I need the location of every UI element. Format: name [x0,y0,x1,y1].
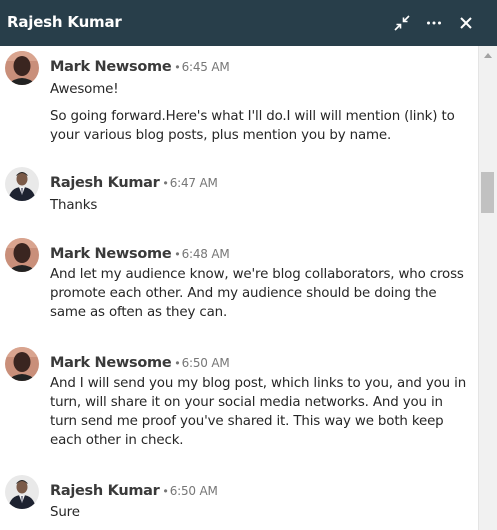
timestamp: 6:50 AM [181,356,230,370]
message-text: And I will send you my blog post, which … [50,376,467,448]
separator-dot: • [175,60,180,74]
timestamp: 6:45 AM [181,60,230,74]
close-icon[interactable] [454,11,478,35]
message-text: Sure [50,505,80,520]
rajesh-avatar[interactable] [5,475,39,509]
mark-avatar[interactable] [5,51,39,85]
scrollbar-thumb[interactable] [481,172,494,213]
more-icon[interactable] [422,11,446,35]
timestamp: 6:50 AM [169,484,218,498]
sender-name[interactable]: Rajesh Kumar [50,483,160,499]
message-list: Mark Newsome • 6:45 AM Awesome! So going f… [0,46,478,530]
timestamp: 6:47 AM [169,176,218,190]
message-text: And let my audience know, we're blog col… [50,267,464,320]
sender-name[interactable]: Mark Newsome [50,246,172,262]
sender-name[interactable]: Mark Newsome [50,355,172,371]
message-text: So going forward.Here's what I'll do.I w… [50,109,455,143]
sender-name[interactable]: Mark Newsome [50,59,172,75]
mark-avatar[interactable] [5,238,39,272]
separator-dot: • [163,176,168,190]
chat-title[interactable]: Rajesh Kumar [7,13,122,31]
separator-dot: • [163,484,168,498]
scroll-up-arrow-icon[interactable] [479,48,497,62]
collapse-icon[interactable] [390,11,414,35]
scrollbar[interactable] [478,46,497,530]
message-text: Awesome! [50,82,119,97]
mark-avatar[interactable] [5,347,39,381]
timestamp: 6:48 AM [181,247,230,261]
rajesh-avatar[interactable] [5,167,39,201]
separator-dot: • [175,356,180,370]
message-text: Thanks [50,198,98,213]
chat-header: Rajesh Kumar [0,0,497,46]
sender-name[interactable]: Rajesh Kumar [50,175,160,191]
separator-dot: • [175,247,180,261]
